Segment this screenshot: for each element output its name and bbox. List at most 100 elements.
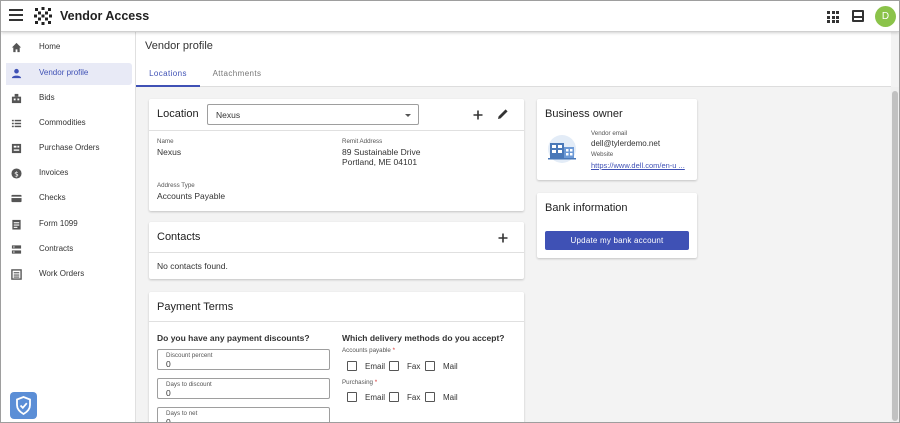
top-bar: Vendor Access D [1,1,899,32]
purchasing-mail-label: Mail [443,393,458,402]
tab-label: Locations [149,69,187,78]
ap-email-label: Email [365,362,386,371]
hamburger-menu-icon[interactable] [9,9,23,23]
discount-percent-field[interactable]: Discount percent 0 [157,349,330,370]
list-icon [11,119,22,128]
sidebar-item-label: Contracts [39,244,74,253]
ap-fax-checkbox[interactable] [389,361,399,371]
purchasing-email-checkbox[interactable] [347,392,357,402]
tab-locations[interactable]: Locations [136,62,200,87]
remit-address-label: Remit Address [342,138,383,145]
delivery-question: Which delivery methods do you accept? [342,333,505,343]
location-select-value: Nexus [216,110,241,120]
contacts-empty-message: No contacts found. [157,261,228,271]
ap-email-checkbox[interactable] [347,361,357,371]
sidebar-item-vendor-profile[interactable]: Vendor profile [6,63,132,85]
app-title: Vendor Access [60,9,150,23]
app-logo-icon [34,7,52,25]
divider [149,321,524,322]
vendor-email-label: Vendor email [591,130,628,137]
sidebar-item-purchase-orders[interactable]: Purchase Orders [6,138,132,160]
sidebar-item-form-1099[interactable]: Form 1099 [6,214,132,236]
apps-grid-icon[interactable] [827,11,839,23]
field-label: Days to net [166,410,198,417]
business-building-icon [548,135,576,163]
page-header: Vendor profile Locations Attachments [136,32,891,87]
tab-attachments[interactable]: Attachments [202,62,272,87]
address-type-label: Address Type [157,182,195,189]
security-shield-button[interactable] [10,392,37,419]
dollar-icon: $ [11,168,22,179]
check-card-icon [11,194,22,203]
sidebar-item-label: Vendor profile [39,68,89,77]
sidebar-item-label: Home [39,42,61,51]
contacts-card: Contacts No contacts found. [149,222,524,279]
purchasing-mail-checkbox[interactable] [425,392,435,402]
scrollbar[interactable] [891,87,899,422]
page-title: Vendor profile [145,40,213,52]
remit-address-line1: 89 Sustainable Drive [342,147,421,157]
business-owner-title: Business owner [545,108,623,120]
person-icon [11,68,22,79]
sidebar-item-label: Bids [39,93,55,102]
discount-question: Do you have any payment discounts? [157,333,310,343]
contracts-icon [11,245,22,254]
sidebar-item-bids[interactable]: Bids [6,88,132,110]
divider [149,130,524,131]
address-type-value: Accounts Payable [157,191,226,201]
sidebar-item-label: Work Orders [39,269,85,278]
sidebar-item-work-orders[interactable]: Work Orders [6,264,132,286]
divider [149,252,524,253]
sidebar-item-checks[interactable]: Checks [6,188,132,210]
field-value: 0 [166,359,171,369]
scrollbar-thumb[interactable] [892,91,898,421]
payment-terms-title: Payment Terms [157,301,234,313]
inbox-icon[interactable] [852,10,864,22]
required-mark: * [374,379,378,386]
sidebar-item-commodities[interactable]: Commodities [6,113,132,135]
website-link[interactable]: https://www.dell.com/en-u ... [591,161,685,170]
add-contact-icon[interactable] [496,231,510,245]
field-label: Discount percent [166,352,213,359]
days-to-net-field[interactable]: Days to net 0 [157,407,330,422]
location-title: Location [157,108,199,120]
purchasing-email-label: Email [365,393,386,402]
field-value: 0 [166,388,171,398]
bank-information-card: Bank information Update my bank account [537,193,697,258]
form-icon [12,219,21,230]
contacts-title: Contacts [157,231,201,243]
business-owner-card: Business owner Vendor email dell@tylerde… [537,99,697,180]
app-window: Vendor Access D Home Vendor profile Bids… [0,0,900,423]
purchasing-fax-checkbox[interactable] [389,392,399,402]
location-select[interactable]: Nexus [207,104,419,125]
main-content: Vendor profile Locations Attachments Loc… [136,32,899,422]
sidebar-item-home[interactable]: Home [6,37,132,59]
home-icon [11,42,22,53]
days-to-discount-field[interactable]: Days to discount 0 [157,378,330,399]
add-location-icon[interactable] [471,108,485,122]
field-label: Days to discount [166,381,212,388]
website-label: Website [591,151,614,158]
vendor-email: dell@tylerdemo.net [591,139,661,148]
sidebar-item-label: Checks [39,193,66,202]
accounts-payable-label: Accounts payable * [342,347,396,354]
chevron-down-icon [405,114,411,117]
user-avatar[interactable]: D [875,6,896,27]
required-mark: * [392,347,396,354]
ap-fax-label: Fax [407,362,421,371]
sidebar-item-label: Form 1099 [39,219,78,228]
sidebar-item-invoices[interactable]: $ Invoices [6,163,132,185]
ap-mail-label: Mail [443,362,458,371]
tab-label: Attachments [212,69,262,78]
purchase-orders-icon [11,143,22,154]
purchasing-fax-label: Fax [407,393,421,402]
shield-check-icon [16,396,31,416]
sidebar-item-contracts[interactable]: Contracts [6,239,132,261]
edit-pencil-icon[interactable] [496,107,510,121]
purchasing-label: Purchasing * [342,379,378,386]
update-bank-account-button[interactable]: Update my bank account [545,231,689,250]
bank-information-title: Bank information [545,202,628,214]
bids-icon [11,93,22,104]
ap-mail-checkbox[interactable] [425,361,435,371]
sidebar-item-label: Purchase Orders [39,143,100,152]
